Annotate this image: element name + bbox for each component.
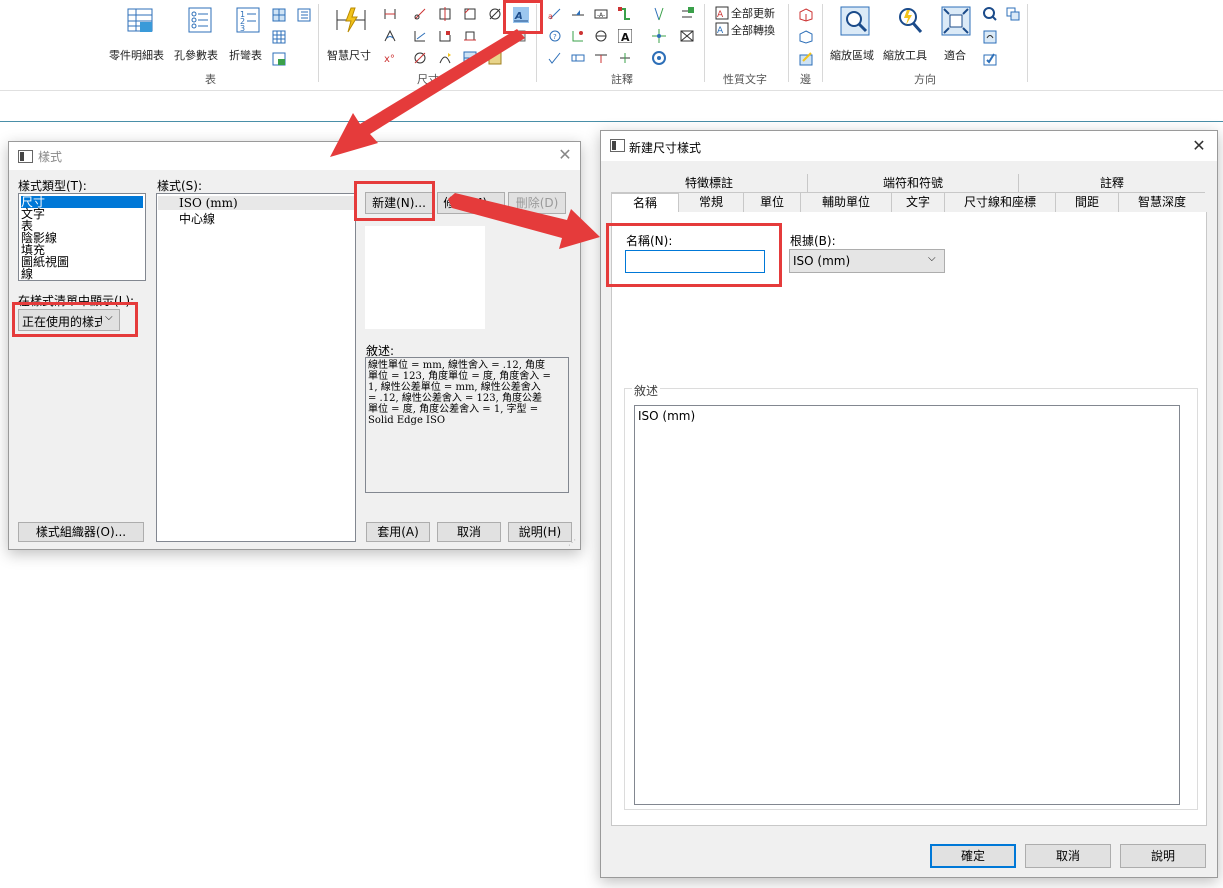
arrow-to-name-field	[448, 193, 600, 249]
arrow-to-styles-dialog	[330, 29, 525, 157]
annotation-arrows	[330, 29, 600, 249]
